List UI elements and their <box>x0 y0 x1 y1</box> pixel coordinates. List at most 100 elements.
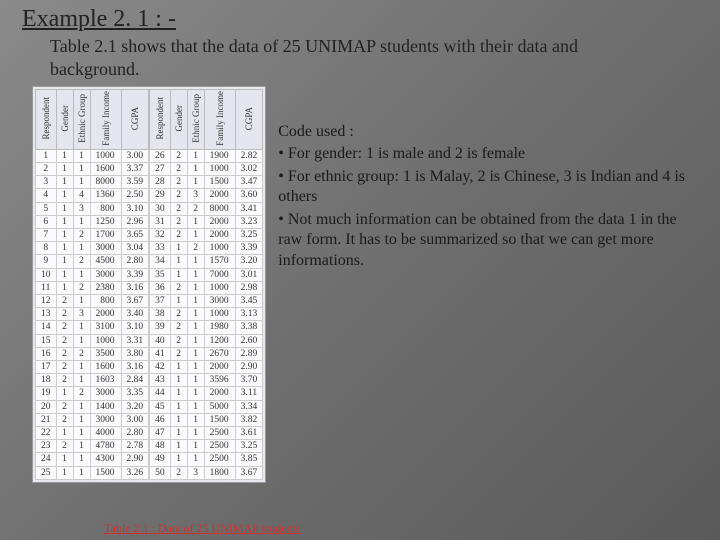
col-header: Respondent <box>150 90 171 150</box>
cell: 1 <box>36 149 57 162</box>
cell: 3.61 <box>235 427 263 440</box>
table-row: 111223803.16 <box>36 281 149 294</box>
col-header: Gender <box>170 90 187 150</box>
cell: 2 <box>56 413 73 426</box>
cell: 3.40 <box>121 308 149 321</box>
cell: 1 <box>73 400 90 413</box>
cell: 2500 <box>204 453 235 466</box>
cell: 1 <box>73 162 90 175</box>
cell: 2 <box>170 176 187 189</box>
cell: 3.45 <box>235 294 263 307</box>
cell: 1000 <box>204 281 235 294</box>
col-header: Respondent <box>36 90 57 150</box>
notes-heading: Code used : <box>278 122 702 142</box>
cell: 36 <box>150 281 171 294</box>
cell: 3000 <box>90 268 121 281</box>
cell: 23 <box>36 440 57 453</box>
cell: 37 <box>150 294 171 307</box>
table-row: 162235003.80 <box>36 347 149 360</box>
cell: 1 <box>170 440 187 453</box>
cell: 3596 <box>204 374 235 387</box>
table-row: 212130003.00 <box>36 413 149 426</box>
cell: 1250 <box>90 215 121 228</box>
cell: 1 <box>170 400 187 413</box>
table-row: 431135963.70 <box>150 374 263 387</box>
table-row: 341115703.20 <box>150 255 263 268</box>
col-header: CGPA <box>121 90 149 150</box>
cell: 2 <box>56 294 73 307</box>
content-row: RespondentGenderEthnic GroupFamily Incom… <box>0 86 720 483</box>
cell: 2 <box>187 202 204 215</box>
table-row: 292320003.60 <box>150 189 263 202</box>
cell: 1980 <box>204 321 235 334</box>
code-notes: Code used : • For gender: 1 is male and … <box>278 86 702 483</box>
table-row: 101130003.39 <box>36 268 149 281</box>
cell: 1700 <box>90 228 121 241</box>
cell: 47 <box>150 427 171 440</box>
cell: 1 <box>187 347 204 360</box>
cell: 2000 <box>204 215 235 228</box>
cell: 1 <box>187 308 204 321</box>
cell: 22 <box>36 427 57 440</box>
cell: 2.50 <box>121 189 149 202</box>
cell: 2 <box>56 374 73 387</box>
cell: 1400 <box>90 400 121 413</box>
cell: 1 <box>56 162 73 175</box>
cell: 2000 <box>204 361 235 374</box>
cell: 800 <box>90 294 121 307</box>
cell: 2.98 <box>235 281 263 294</box>
cell: 2 <box>56 321 73 334</box>
cell: 3000 <box>90 413 121 426</box>
cell: 15 <box>36 334 57 347</box>
cell: 1603 <box>90 374 121 387</box>
cell: 1 <box>187 162 204 175</box>
slide-title: Example 2. 1 : - <box>0 0 720 33</box>
cell: 7 <box>36 228 57 241</box>
cell: 2.60 <box>235 334 263 347</box>
cell: 1 <box>187 440 204 453</box>
cell: 1000 <box>90 334 121 347</box>
table-row: 91245002.80 <box>36 255 149 268</box>
cell: 1 <box>187 228 204 241</box>
cell: 3 <box>187 466 204 479</box>
cell: 3.10 <box>121 202 149 215</box>
cell: 42 <box>150 361 171 374</box>
cell: 2 <box>170 202 187 215</box>
cell: 2 <box>73 281 90 294</box>
cell: 2000 <box>204 228 235 241</box>
cell: 1500 <box>204 413 235 426</box>
cell: 1 <box>56 149 73 162</box>
cell: 3.60 <box>235 189 263 202</box>
cell: 2.84 <box>121 374 149 387</box>
cell: 1000 <box>90 149 121 162</box>
table-row: 12218003.67 <box>36 294 149 307</box>
cell: 2000 <box>90 308 121 321</box>
cell: 1 <box>73 427 90 440</box>
cell: 3100 <box>90 321 121 334</box>
cell: 3.47 <box>235 176 263 189</box>
col-header: Family Income <box>204 90 235 150</box>
cell: 10 <box>36 268 57 281</box>
cell: 3.00 <box>121 149 149 162</box>
cell: 3.59 <box>121 176 149 189</box>
cell: 2 <box>170 162 187 175</box>
table-row: 441120003.11 <box>150 387 263 400</box>
col-header: Ethnic Group <box>187 90 204 150</box>
cell: 3.25 <box>235 228 263 241</box>
cell: 2 <box>73 387 90 400</box>
cell: 2380 <box>90 281 121 294</box>
cell: 1360 <box>90 189 121 202</box>
cell: 1 <box>56 281 73 294</box>
table-left: RespondentGenderEthnic GroupFamily Incom… <box>35 89 149 480</box>
cell: 3.80 <box>121 347 149 360</box>
cell: 1 <box>187 427 204 440</box>
cell: 45 <box>150 400 171 413</box>
cell: 2 <box>73 255 90 268</box>
cell: 2 <box>170 281 187 294</box>
cell: 1200 <box>204 334 235 347</box>
cell: 3 <box>73 308 90 321</box>
cell: 3 <box>187 189 204 202</box>
cell: 1 <box>73 334 90 347</box>
table-row: 152110003.31 <box>36 334 149 347</box>
cell: 3.01 <box>235 268 263 281</box>
